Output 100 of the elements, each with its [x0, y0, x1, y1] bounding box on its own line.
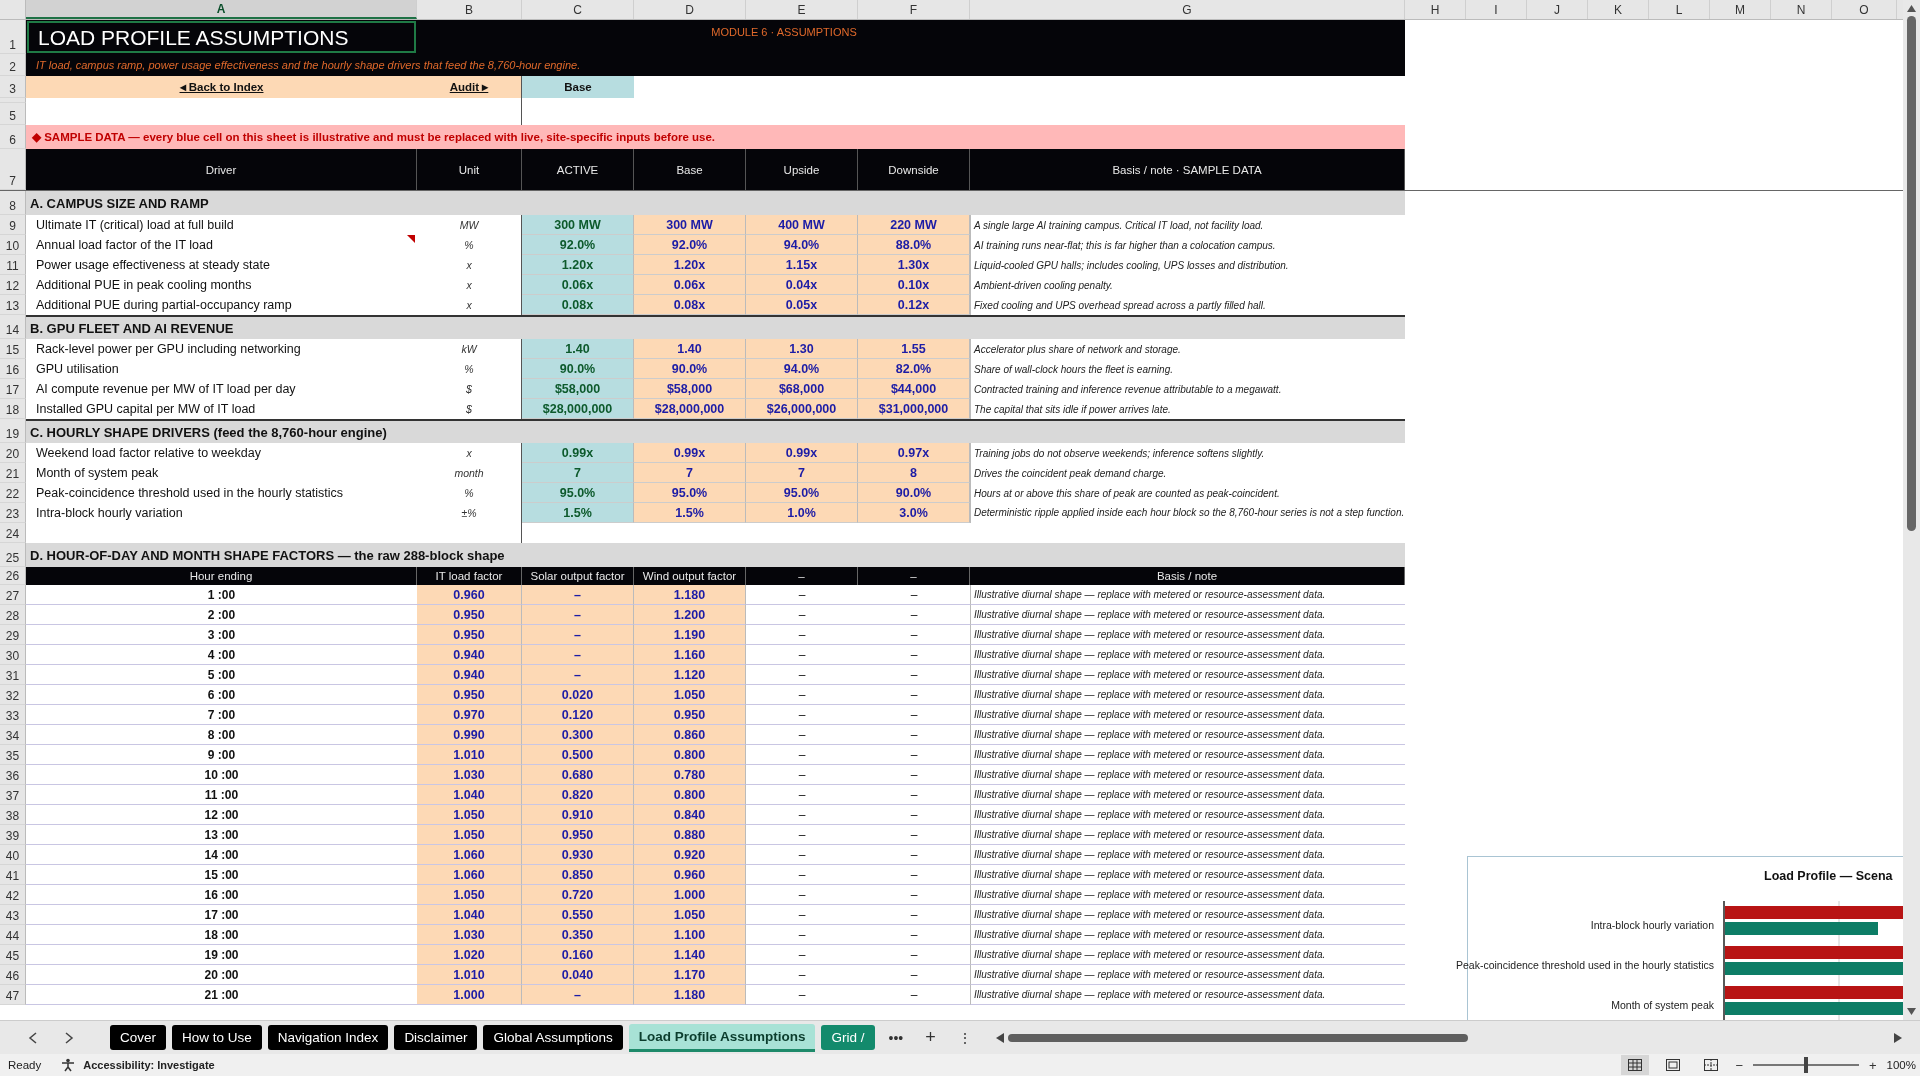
row-number[interactable]: 21 [0, 463, 26, 483]
factor-cell[interactable]: 1.050 [417, 805, 522, 825]
row-number[interactable]: 5 [0, 103, 26, 125]
scrollbar-thumb[interactable] [1907, 16, 1916, 531]
factor-cell[interactable]: 0.820 [522, 785, 634, 805]
value-cell[interactable]: $28,000,000 [522, 399, 634, 419]
factor-cell[interactable]: – [522, 665, 634, 685]
value-cell[interactable]: 1.40 [522, 339, 634, 359]
factor-cell[interactable]: 0.850 [522, 865, 634, 885]
column-letter[interactable]: J [1527, 0, 1588, 19]
sheet-tab[interactable]: Load Profile Assumptions [628, 1023, 816, 1052]
factor-cell[interactable]: 1.040 [417, 905, 522, 925]
factor-cell[interactable]: 1.010 [417, 965, 522, 985]
row-number[interactable]: 6 [0, 125, 26, 149]
value-cell[interactable]: 0.99x [746, 443, 858, 463]
factor-cell[interactable]: 0.930 [522, 845, 634, 865]
value-cell[interactable]: 94.0% [746, 235, 858, 255]
value-cell[interactable]: 95.0% [522, 483, 634, 503]
factor-cell[interactable]: 1.140 [634, 945, 746, 965]
factor-cell[interactable]: – [522, 645, 634, 665]
value-cell[interactable]: 1.0% [746, 503, 858, 523]
factor-cell[interactable]: 1.190 [634, 625, 746, 645]
value-cell[interactable]: 1.40 [634, 339, 746, 359]
value-cell[interactable]: $58,000 [522, 379, 634, 399]
row-number[interactable]: 29 [0, 625, 26, 645]
column-letter[interactable]: A [26, 0, 417, 19]
factor-cell[interactable]: 0.020 [522, 685, 634, 705]
value-cell[interactable]: 0.97x [858, 443, 970, 463]
column-letter[interactable]: N [1771, 0, 1832, 19]
row-number[interactable]: 46 [0, 965, 26, 985]
row-number[interactable]: 8 [0, 191, 26, 215]
factor-cell[interactable]: 1.200 [634, 605, 746, 625]
column-letter[interactable]: M [1710, 0, 1771, 19]
row-number[interactable]: 47 [0, 985, 26, 1005]
row-number[interactable]: 3 [0, 76, 26, 98]
value-cell[interactable]: 1.15x [746, 255, 858, 275]
factor-cell[interactable]: 0.720 [522, 885, 634, 905]
accessibility-status[interactable]: Accessibility: Investigate [83, 1059, 215, 1071]
row-number[interactable]: 39 [0, 825, 26, 845]
row-number[interactable]: 42 [0, 885, 26, 905]
factor-cell[interactable]: 1.030 [417, 765, 522, 785]
factor-cell[interactable]: 0.800 [634, 745, 746, 765]
sheet-tab[interactable]: Disclaimer [394, 1025, 478, 1050]
value-cell[interactable]: 0.99x [634, 443, 746, 463]
more-sheets-button[interactable]: ••• [880, 1029, 912, 1046]
value-cell[interactable]: $68,000 [746, 379, 858, 399]
factor-cell[interactable]: 0.910 [522, 805, 634, 825]
value-cell[interactable]: 0.08x [522, 295, 634, 315]
comment-marker-icon[interactable] [407, 235, 415, 243]
row-number[interactable]: 24 [0, 523, 26, 543]
value-cell[interactable]: $44,000 [858, 379, 970, 399]
factor-cell[interactable]: 1.050 [634, 905, 746, 925]
row-number[interactable]: 11 [0, 255, 26, 275]
column-letter[interactable]: D [634, 0, 746, 19]
factor-cell[interactable]: 0.960 [634, 865, 746, 885]
value-cell[interactable]: 1.30 [746, 339, 858, 359]
factor-cell[interactable]: 0.500 [522, 745, 634, 765]
row-number[interactable]: 9 [0, 215, 26, 235]
row-number[interactable]: 40 [0, 845, 26, 865]
value-cell[interactable]: 92.0% [522, 235, 634, 255]
value-cell[interactable]: 7 [634, 463, 746, 483]
next-sheet-icon[interactable] [64, 1031, 74, 1044]
value-cell[interactable]: 300 MW [522, 215, 634, 235]
value-cell[interactable]: 90.0% [634, 359, 746, 379]
value-cell[interactable]: 0.12x [858, 295, 970, 315]
factor-cell[interactable]: 1.050 [417, 825, 522, 845]
factor-cell[interactable]: 0.780 [634, 765, 746, 785]
factor-cell[interactable]: 0.950 [522, 825, 634, 845]
column-letter[interactable]: O [1832, 0, 1897, 19]
accessibility-icon[interactable] [61, 1058, 76, 1072]
column-letter[interactable]: K [1588, 0, 1649, 19]
factor-cell[interactable]: 0.680 [522, 765, 634, 785]
add-sheet-button[interactable]: + [917, 1027, 944, 1048]
value-cell[interactable]: 0.04x [746, 275, 858, 295]
value-cell[interactable]: 0.06x [522, 275, 634, 295]
row-number[interactable]: 2 [0, 54, 26, 76]
factor-cell[interactable]: 1.180 [634, 585, 746, 605]
factor-cell[interactable]: 0.350 [522, 925, 634, 945]
row-number[interactable]: 41 [0, 865, 26, 885]
sheet-tab[interactable]: Grid / [821, 1025, 875, 1050]
column-letter[interactable]: E [746, 0, 858, 19]
factor-cell[interactable]: 0.860 [634, 725, 746, 745]
row-number[interactable]: 13 [0, 295, 26, 315]
column-letter[interactable]: L [1649, 0, 1710, 19]
row-number[interactable]: 15 [0, 339, 26, 359]
value-cell[interactable]: 88.0% [858, 235, 970, 255]
factor-cell[interactable]: 1.000 [634, 885, 746, 905]
row-number[interactable]: 36 [0, 765, 26, 785]
value-cell[interactable]: 1.55 [858, 339, 970, 359]
row-number[interactable]: 26 [0, 567, 26, 585]
row-number[interactable]: 20 [0, 443, 26, 463]
value-cell[interactable]: 3.0% [858, 503, 970, 523]
row-number[interactable]: 16 [0, 359, 26, 379]
row-number[interactable]: 28 [0, 605, 26, 625]
scenario-cell[interactable]: Base [522, 76, 634, 98]
factor-cell[interactable]: 0.550 [522, 905, 634, 925]
sheet-tab[interactable]: Navigation Index [267, 1025, 389, 1050]
column-letter[interactable]: I [1466, 0, 1527, 19]
factor-cell[interactable]: – [522, 585, 634, 605]
value-cell[interactable]: 1.5% [522, 503, 634, 523]
